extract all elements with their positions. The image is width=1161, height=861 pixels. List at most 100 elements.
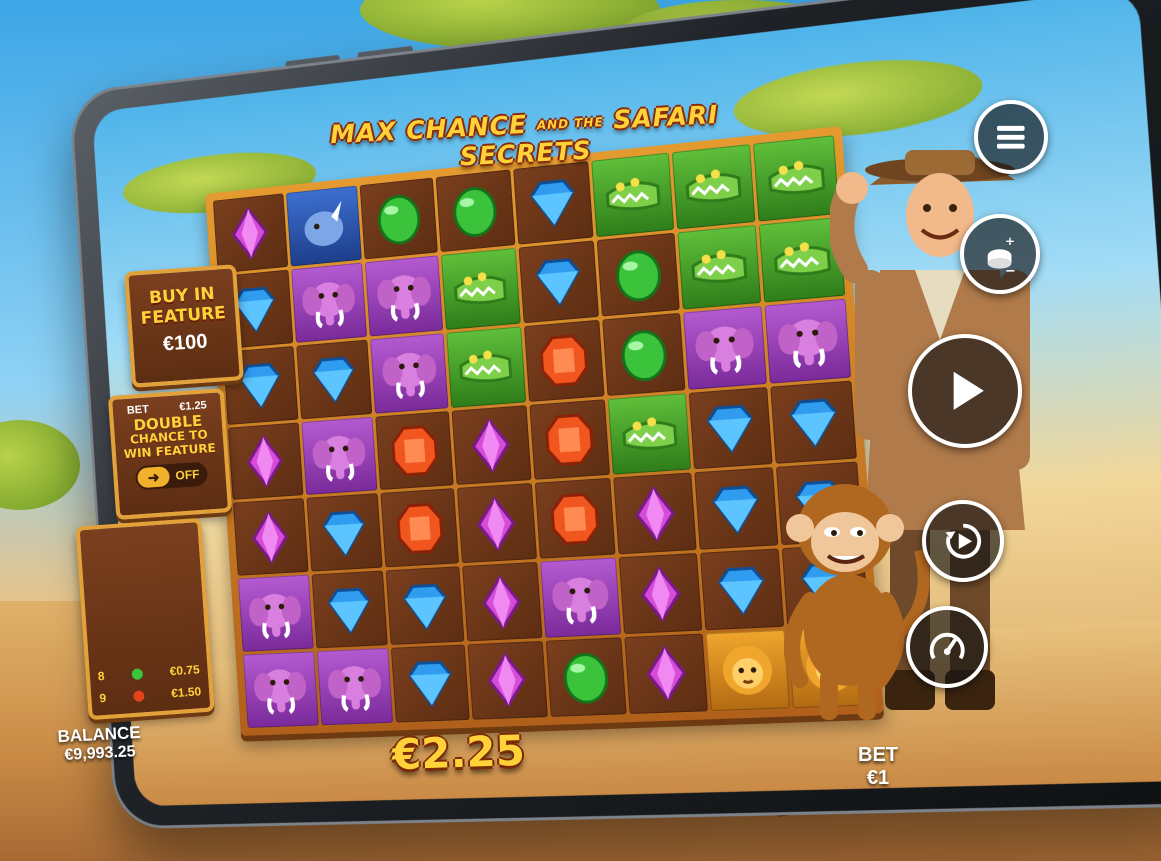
win-amount: €2.25: [391, 726, 525, 780]
reel-cell: [291, 262, 367, 342]
paytable-count: 8: [97, 669, 105, 683]
reel-cell: [213, 193, 288, 273]
reel-cell: [375, 411, 453, 491]
elephant-symbol-icon: [251, 660, 310, 720]
reel-cell: [451, 405, 531, 486]
red-symbol-icon: [532, 329, 595, 393]
croc-symbol-icon: [763, 145, 830, 212]
buy-feature-button[interactable]: BUY IN FEATURE €100: [124, 264, 244, 388]
reel-cell: [286, 186, 362, 267]
bet-display: BET €1: [858, 744, 898, 790]
purple-symbol-icon: [622, 482, 687, 546]
reel-cell: [446, 326, 526, 407]
purple-symbol-icon: [634, 643, 699, 706]
reel-cell: [613, 473, 696, 555]
spin-button[interactable]: [908, 334, 1022, 448]
reel-cell: [467, 641, 547, 720]
reel-cell: [688, 386, 773, 469]
purple-symbol-icon: [460, 414, 522, 477]
blue-symbol-icon: [527, 249, 590, 314]
play-icon: [933, 359, 997, 423]
elephant-symbol-icon: [325, 657, 385, 717]
reel-cell: [228, 422, 303, 500]
buy-feature-price: €100: [133, 328, 238, 358]
blue-symbol-icon: [709, 558, 775, 622]
red-symbol-icon: [538, 408, 601, 472]
reel-cell: [619, 553, 702, 634]
purple-symbol-icon: [476, 650, 538, 711]
reel-cell: [624, 634, 707, 714]
paytable-value: €0.75: [169, 662, 200, 678]
reel-cell: [311, 571, 388, 649]
menu-button[interactable]: [974, 100, 1048, 174]
hamburger-icon: [991, 117, 1031, 157]
blue-symbol-icon: [703, 477, 769, 541]
reel-cell: [462, 562, 542, 641]
toggle-state-label: OFF: [175, 467, 200, 483]
reel-cell: [386, 567, 464, 646]
reel-cell: [296, 339, 373, 419]
elephant-symbol-icon: [309, 425, 369, 487]
purple-symbol-icon: [241, 507, 300, 567]
blue-symbol-icon: [698, 396, 764, 461]
reel-cell: [518, 240, 599, 323]
paytable-value: €1.50: [171, 684, 202, 700]
autoplay-icon: [941, 519, 985, 563]
reel-cell: [683, 306, 767, 390]
autoplay-button[interactable]: [922, 500, 1004, 582]
bet-label: BET: [858, 744, 898, 767]
game-logo: MAX CHANCE AND THE SAFARI SECRETS: [330, 110, 720, 162]
red-gem-icon: [133, 690, 145, 702]
red-symbol-icon: [543, 487, 606, 550]
reel-cell: [597, 233, 680, 317]
reel-cell: [677, 225, 761, 310]
bet-adjust-button[interactable]: + −: [960, 214, 1040, 294]
blue-symbol-icon: [320, 579, 380, 640]
reel-cell: [591, 153, 674, 237]
double-chance-toggle[interactable]: ➜ OFF: [135, 461, 208, 490]
green-symbol-icon: [606, 242, 670, 307]
reel-cell: [523, 319, 604, 401]
logo-and: AND THE: [537, 115, 605, 132]
elephant-symbol-icon: [246, 583, 305, 643]
reel-cell: [306, 494, 383, 572]
reel-cell: [301, 416, 378, 495]
green-symbol-icon: [611, 322, 676, 387]
coin-stack-icon: +−: [978, 232, 1021, 275]
paytable-count: 9: [99, 691, 107, 705]
blue-symbol-icon: [314, 502, 374, 563]
purple-symbol-icon: [236, 431, 295, 492]
arrow-right-icon: ➜: [137, 466, 170, 488]
croc-symbol-icon: [769, 226, 836, 293]
double-chance-bet-value: €1.25: [179, 399, 207, 413]
green-symbol-icon: [444, 179, 506, 243]
purple-symbol-icon: [221, 202, 279, 264]
croc-symbol-icon: [681, 154, 747, 220]
reel-cell: [602, 313, 685, 396]
reel-cell: [370, 333, 448, 413]
bet-value: €1: [858, 767, 898, 790]
green-symbol-icon: [554, 646, 618, 708]
reel-cell: [534, 478, 615, 559]
reel-cell: [753, 135, 839, 221]
reel-cell: [457, 483, 537, 563]
elephant-symbol-icon: [549, 567, 613, 630]
croc-symbol-icon: [455, 335, 517, 398]
reel-cell: [540, 558, 622, 638]
buy-feature-label: BUY IN FEATURE: [129, 282, 236, 329]
elephant-symbol-icon: [379, 342, 440, 405]
purple-symbol-icon: [471, 571, 533, 633]
turbo-button[interactable]: [906, 606, 988, 688]
red-symbol-icon: [389, 497, 450, 559]
green-gem-icon: [131, 668, 143, 680]
reel-cell: [360, 178, 438, 260]
reel-cell: [381, 489, 459, 568]
svg-text:−: −: [1005, 265, 1016, 276]
reel-cell: [243, 652, 319, 728]
speedometer-icon: [925, 625, 969, 669]
reel-cell: [529, 399, 610, 480]
reel-cell: [436, 169, 515, 251]
blue-symbol-icon: [521, 170, 584, 235]
double-chance-panel: BET €1.25 DOUBLE CHANCE TO WIN FEATURE ➜ …: [108, 388, 232, 520]
reel-cell: [233, 498, 308, 576]
